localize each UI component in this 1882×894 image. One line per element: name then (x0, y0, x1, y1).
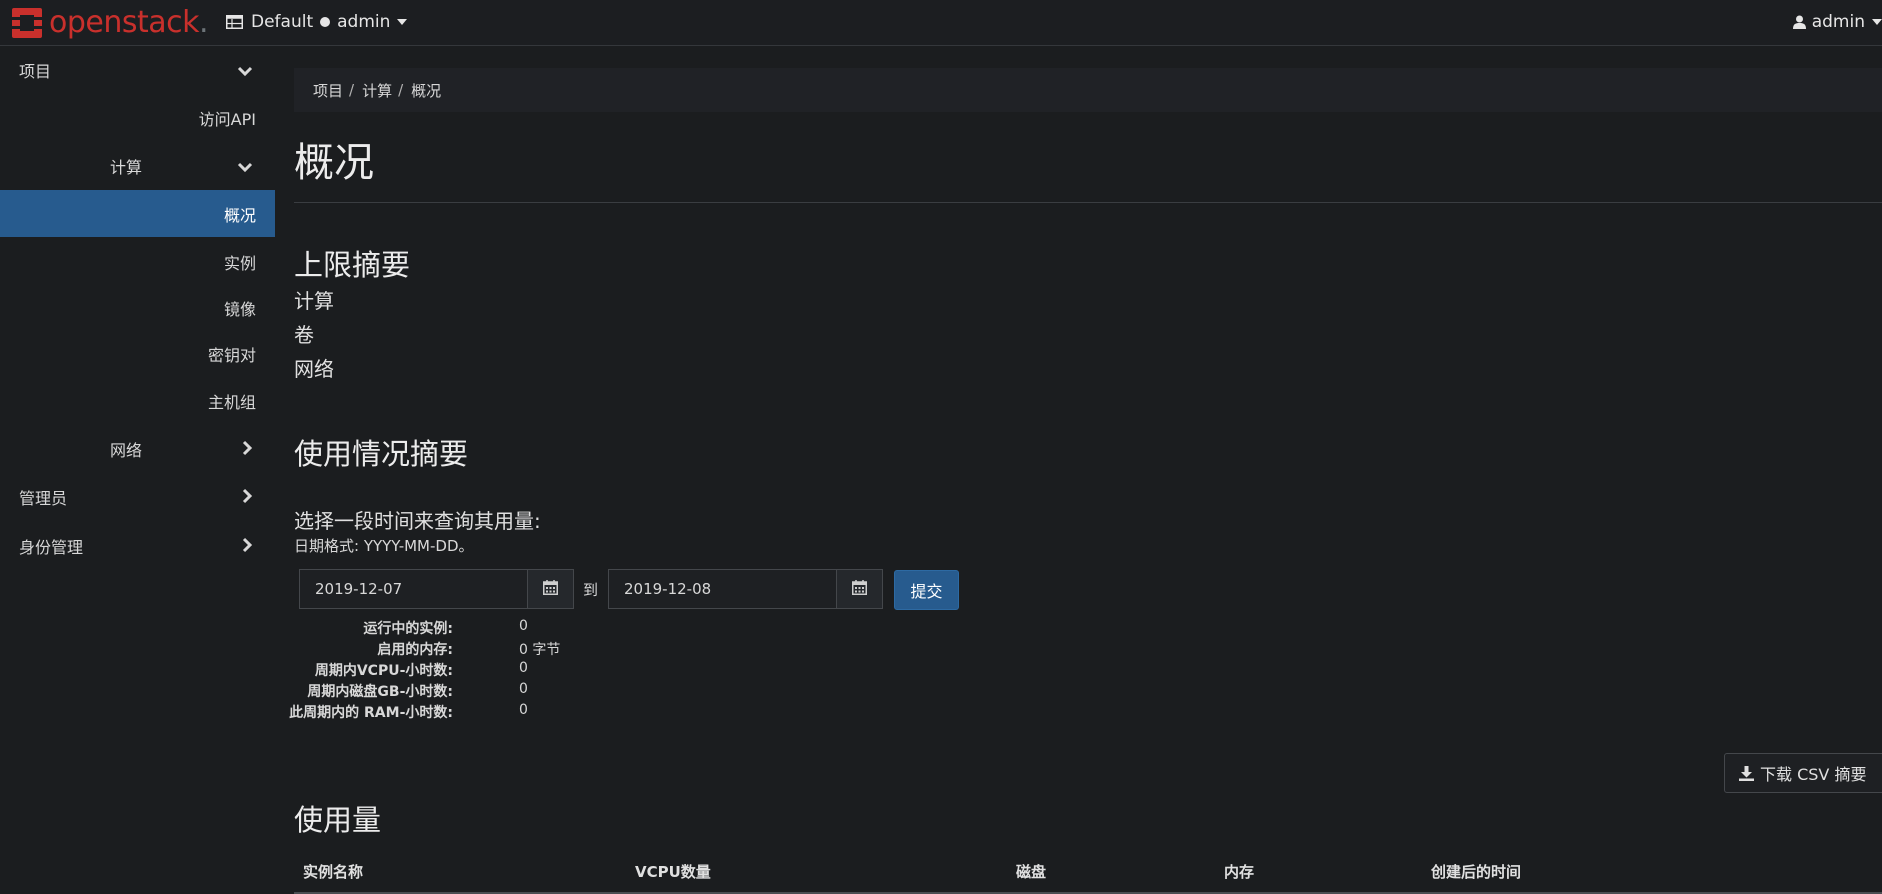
sidebar-item-images[interactable]: 镜像 (0, 284, 275, 331)
breadcrumb-item-project[interactable]: 项目 (313, 80, 343, 101)
breadcrumb-item-compute[interactable]: 计算 (362, 80, 392, 101)
chevron-down-icon (237, 62, 253, 81)
end-calendar-button[interactable] (836, 569, 883, 609)
calendar-icon (543, 579, 558, 599)
stat-disk-gb-hours: 周期内磁盘GB-小时数: 0 (294, 681, 594, 702)
sidebar-item-label: 项目 (19, 61, 52, 81)
calendar-icon (852, 579, 867, 599)
column-disk[interactable]: 磁盘 (1016, 861, 1046, 882)
sidebar-item-identity[interactable]: 身份管理 (0, 522, 275, 569)
download-csv-button[interactable]: 下载 CSV 摘要 (1724, 753, 1882, 793)
sidebar-item-project[interactable]: 项目 (0, 46, 275, 93)
openstack-logo-icon (10, 6, 44, 40)
stat-active-ram: 启用的内存: 0 字节 (294, 639, 594, 660)
sidebar: 项目 访问API 计算 概况 实例 镜像 密钥对 主机组 网络 管理员 身份管理 (0, 46, 275, 863)
project-switcher[interactable]: Default admin (226, 12, 408, 32)
limit-summary-heading: 上限摘要 (294, 248, 411, 282)
limit-compute: 计算 (294, 289, 334, 313)
domain-name: Default (251, 12, 314, 32)
end-date-input[interactable] (608, 569, 836, 609)
sidebar-item-label: 访问API (198, 109, 256, 129)
usage-heading: 使用量 (294, 803, 382, 837)
sidebar-item-label: 概况 (223, 205, 256, 225)
sidebar-item-label: 主机组 (207, 392, 256, 412)
chevron-right-icon (241, 440, 253, 460)
stat-ram-hours: 此周期内的 RAM-小时数: 0 (289, 702, 594, 723)
user-name: admin (1811, 12, 1865, 32)
column-age[interactable]: 创建后的时间 (1431, 861, 1521, 882)
limit-network: 网络 (294, 357, 334, 381)
user-menu[interactable]: admin (1792, 12, 1882, 32)
stat-key: 启用的内存: (377, 642, 453, 658)
sidebar-item-access-api[interactable]: 访问API (0, 94, 275, 141)
stat-vcpu-hours: 周期内VCPU-小时数: 0 (294, 660, 594, 681)
limit-volume: 卷 (294, 323, 314, 347)
submit-button[interactable]: 提交 (894, 570, 959, 610)
page-title: 概况 (294, 140, 374, 186)
separator-dot-icon (320, 17, 331, 27)
usage-summary-heading: 使用情况摘要 (294, 437, 469, 471)
caret-down-icon (397, 19, 408, 25)
download-icon (1739, 765, 1754, 781)
breadcrumb-item-overview: 概况 (411, 81, 442, 100)
caret-down-icon (1872, 19, 1882, 25)
start-calendar-button[interactable] (527, 569, 574, 609)
breadcrumb: 项目 / 计算 / 概况 (294, 68, 1882, 112)
stat-value: 0 (519, 681, 528, 697)
stat-active-instances: 运行中的实例: 0 (294, 618, 594, 639)
column-ram[interactable]: 内存 (1224, 861, 1254, 882)
sidebar-item-label: 管理员 (19, 488, 68, 508)
stat-key: 此周期内的 RAM-小时数: (289, 705, 453, 721)
brand-name: openstack. (49, 5, 209, 40)
openstack-logo[interactable]: openstack. (10, 5, 209, 40)
project-table-icon (226, 15, 243, 29)
user-icon (1792, 15, 1806, 29)
start-date-input[interactable] (299, 569, 527, 609)
chevron-right-icon (241, 488, 253, 508)
sidebar-item-label: 网络 (110, 440, 143, 460)
sidebar-item-label: 计算 (110, 157, 143, 177)
sidebar-item-network[interactable]: 网络 (0, 425, 275, 472)
project-name: admin (337, 12, 391, 32)
sidebar-item-server-groups[interactable]: 主机组 (0, 377, 275, 424)
column-instance-name[interactable]: 实例名称 (303, 861, 363, 882)
column-vcpus[interactable]: VCPU数量 (635, 861, 711, 882)
sidebar-item-compute[interactable]: 计算 (0, 142, 275, 189)
main-content: 项目 / 计算 / 概况 概况 上限摘要 计算 卷 网络 使用情况摘要 选择一段… (289, 46, 1882, 894)
download-csv-label: 下载 CSV 摘要 (1760, 765, 1867, 784)
stat-key: 运行中的实例: (363, 621, 453, 637)
top-navbar: openstack. Default admin admin (0, 0, 1882, 46)
breadcrumb-separator: / (398, 81, 404, 99)
sidebar-item-label: 密钥对 (207, 345, 256, 365)
stat-value: 0 (519, 660, 528, 676)
chevron-right-icon (241, 537, 253, 557)
sidebar-item-overview[interactable]: 概况 (0, 190, 275, 237)
start-date-group (299, 569, 574, 609)
sidebar-item-label: 实例 (223, 253, 256, 273)
sidebar-item-instances[interactable]: 实例 (0, 238, 275, 285)
sidebar-item-admin[interactable]: 管理员 (0, 473, 275, 520)
query-period-label: 选择一段时间来查询其用量: (294, 509, 541, 533)
stat-key: 周期内VCPU-小时数: (314, 663, 453, 679)
title-divider (294, 202, 1882, 203)
to-label: 到 (583, 581, 599, 599)
stat-value: 0 (519, 618, 528, 634)
sidebar-item-label: 镜像 (223, 299, 256, 319)
breadcrumb-separator: / (349, 81, 355, 99)
stat-value: 0 字节 (519, 642, 561, 658)
stat-value: 0 (519, 702, 528, 718)
chevron-down-icon (237, 158, 253, 177)
end-date-group (608, 569, 883, 609)
usage-table-header: 实例名称 VCPU数量 磁盘 内存 创建后的时间 (294, 846, 1882, 894)
sidebar-item-label: 身份管理 (19, 537, 84, 557)
stat-key: 周期内磁盘GB-小时数: (307, 684, 453, 700)
date-format-hint: 日期格式: YYYY-MM-DD。 (294, 537, 474, 555)
sidebar-item-key-pairs[interactable]: 密钥对 (0, 330, 275, 377)
